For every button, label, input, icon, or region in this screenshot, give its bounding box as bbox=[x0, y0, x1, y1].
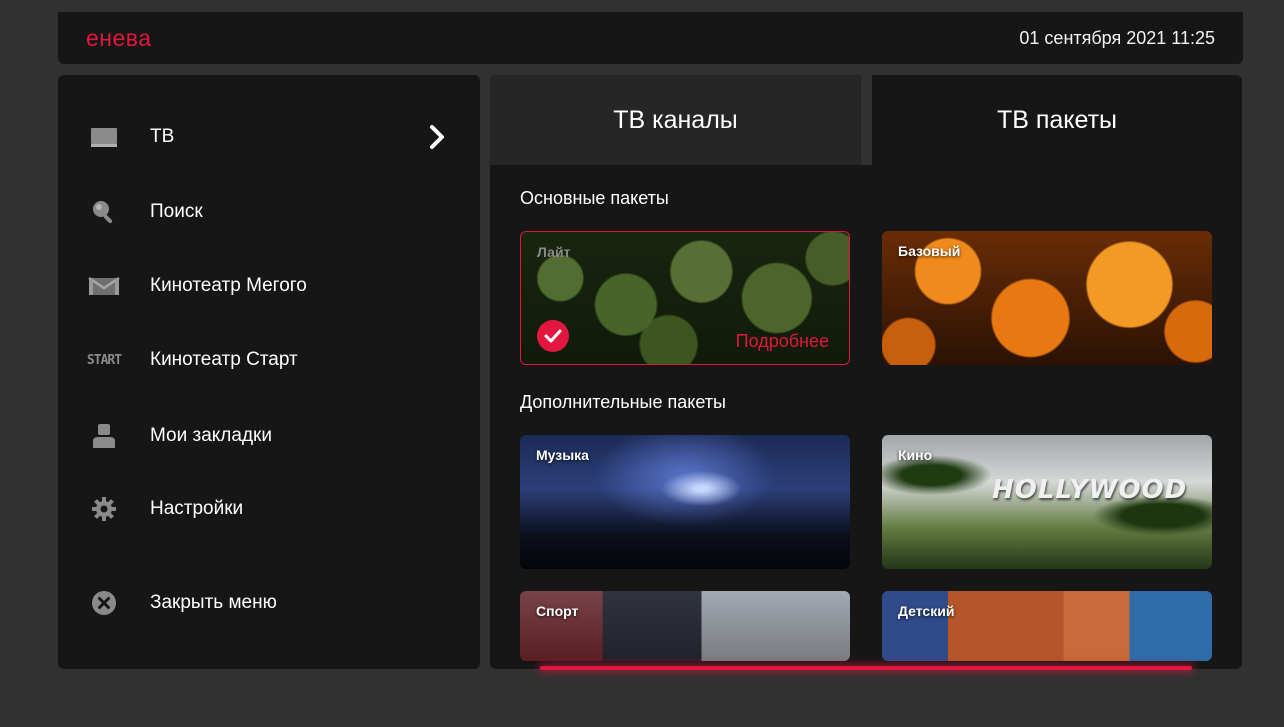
sidebar-item-search[interactable]: Поиск bbox=[58, 184, 480, 240]
more-link[interactable]: Подробнее bbox=[736, 331, 829, 352]
sidebar-item-megogo[interactable]: Кинотеатр Мегого bbox=[58, 258, 480, 314]
card-title: Лайт bbox=[537, 244, 571, 260]
sidebar-menu: ТВ Поиск Кинотеатр Мегого START Кинотеат… bbox=[58, 75, 480, 669]
start-icon: START bbox=[86, 352, 122, 368]
sidebar-item-label: Закрыть меню bbox=[150, 592, 277, 613]
sidebar-item-close-menu[interactable]: Закрыть меню bbox=[58, 575, 480, 631]
date-time: 01 сентября 2021 11:25 bbox=[1019, 28, 1215, 48]
package-card-basic[interactable]: Базовый bbox=[882, 231, 1212, 365]
package-card-lite[interactable]: Лайт Подробнее bbox=[520, 231, 850, 365]
package-card-kino[interactable]: HOLLYWOOD Кино bbox=[882, 435, 1212, 569]
brand-logo: енева bbox=[86, 25, 152, 51]
hollywood-sign: HOLLYWOOD bbox=[992, 475, 1188, 505]
section-title-extra-packages: Дополнительные пакеты bbox=[520, 392, 726, 412]
sidebar-item-start[interactable]: START Кинотеатр Старт bbox=[58, 332, 480, 388]
tv-icon bbox=[86, 123, 122, 151]
scroll-indicator bbox=[540, 666, 1192, 670]
sidebar-item-label: ТВ bbox=[150, 126, 175, 147]
tab-label: ТВ пакеты bbox=[996, 105, 1118, 134]
tab-tv-packages[interactable]: ТВ пакеты bbox=[872, 75, 1242, 165]
sidebar-item-label: Мои закладки bbox=[150, 425, 272, 446]
sidebar-item-bookmarks[interactable]: Мои закладки bbox=[58, 408, 480, 464]
user-icon bbox=[86, 422, 122, 450]
sidebar-item-tv[interactable]: ТВ bbox=[58, 109, 480, 165]
search-icon bbox=[86, 198, 122, 226]
package-card-music[interactable]: Музыка bbox=[520, 435, 850, 569]
close-icon bbox=[86, 589, 122, 617]
sidebar-item-settings[interactable]: Настройки bbox=[58, 481, 480, 537]
gear-icon bbox=[86, 495, 122, 523]
sidebar-item-label: Кинотеатр Старт bbox=[150, 349, 298, 370]
card-title: Музыка bbox=[536, 447, 589, 463]
top-bar: енева 01 сентября 2021 11:25 bbox=[58, 12, 1243, 64]
check-icon bbox=[537, 320, 569, 352]
tab-label: ТВ каналы bbox=[613, 105, 738, 134]
sidebar-item-label: Кинотеатр Мегого bbox=[150, 275, 307, 296]
card-title: Спорт bbox=[536, 603, 579, 619]
tab-divider bbox=[861, 75, 872, 165]
package-card-sport[interactable]: Спорт bbox=[520, 591, 850, 661]
chevron-right-icon bbox=[426, 119, 450, 155]
package-card-kids[interactable]: Детский bbox=[882, 591, 1212, 661]
sidebar-item-label: Настройки bbox=[150, 498, 244, 519]
card-title: Кино bbox=[898, 447, 933, 463]
megogo-icon bbox=[86, 272, 122, 300]
tab-tv-channels[interactable]: ТВ каналы bbox=[490, 75, 861, 165]
card-title: Детский bbox=[898, 603, 955, 619]
content-panel: ТВ каналы ТВ пакеты Основные пакеты Лайт… bbox=[490, 75, 1242, 669]
card-title: Базовый bbox=[898, 243, 961, 259]
sidebar-item-label: Поиск bbox=[150, 201, 203, 222]
section-title-main-packages: Основные пакеты bbox=[520, 188, 669, 208]
